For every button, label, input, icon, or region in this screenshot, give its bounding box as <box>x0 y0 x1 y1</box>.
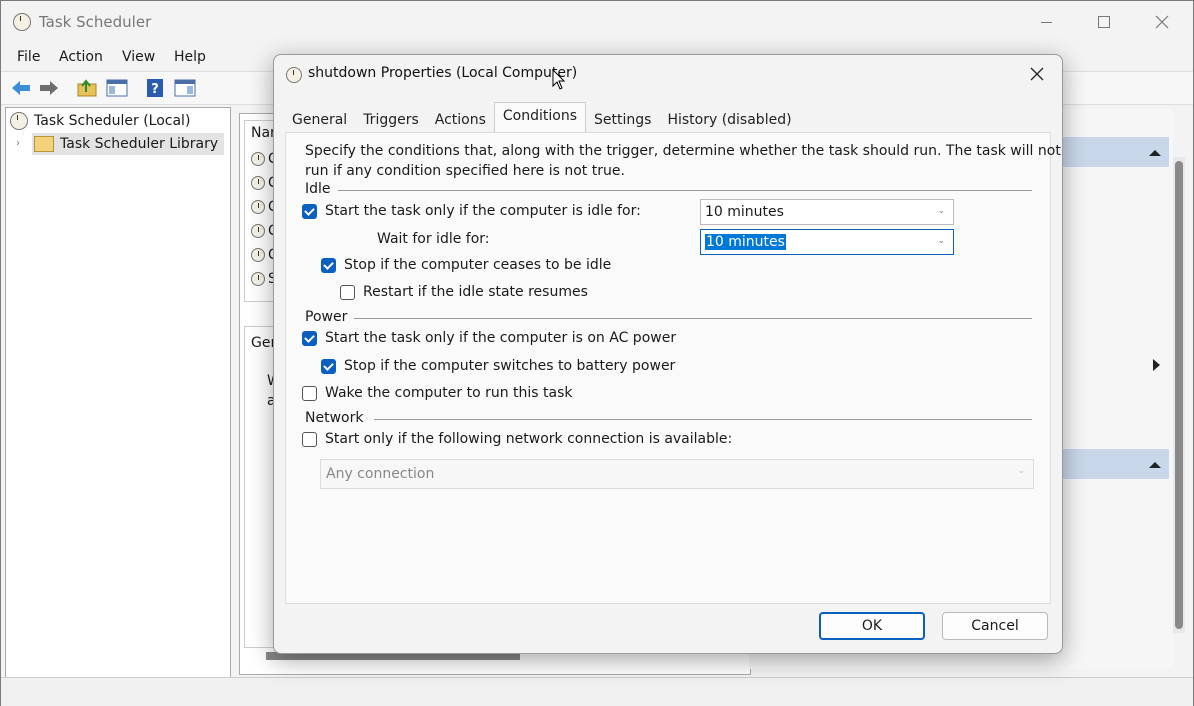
maximize-icon <box>1098 16 1110 28</box>
menu-file[interactable]: File <box>17 49 40 65</box>
title-bar: Task Scheduler <box>1 1 1193 43</box>
console-tree: Task Scheduler (Local) › Task Scheduler … <box>5 107 231 679</box>
close-icon <box>1030 67 1044 81</box>
wait-idle-value: 10 minutes <box>705 234 786 250</box>
forward-button[interactable] <box>37 76 61 100</box>
tab-settings[interactable]: Settings <box>586 105 659 131</box>
maximize-button[interactable] <box>1081 7 1127 37</box>
dialog-close-button[interactable] <box>1022 61 1052 87</box>
actions-section-header[interactable] <box>1061 137 1169 167</box>
network-checkbox[interactable] <box>302 432 317 447</box>
tab-triggers[interactable]: Triggers <box>355 105 427 131</box>
task-icon <box>251 152 265 166</box>
tree-root-label: Task Scheduler (Local) <box>34 110 190 132</box>
task-icon <box>251 248 265 262</box>
tree-item-library[interactable]: Task Scheduler Library <box>32 133 224 155</box>
ac-power-label: Start the task only if the computer is o… <box>325 330 676 346</box>
idle-duration-combo[interactable]: 10 minutes ⌄ <box>700 199 954 225</box>
svg-text:?: ? <box>151 82 159 97</box>
collapse-arrow-icon <box>1149 461 1161 469</box>
task-scheduler-app-icon <box>13 13 31 31</box>
tree-library-label: Task Scheduler Library <box>60 133 218 155</box>
battery-stop-checkbox[interactable] <box>321 359 336 374</box>
folder-clock-icon <box>34 136 54 152</box>
ok-button[interactable]: OK <box>819 612 925 640</box>
up-folder-button[interactable] <box>75 76 99 100</box>
idle-group-label: Idle <box>305 181 331 197</box>
console-tree-icon <box>106 79 128 97</box>
close-window-button[interactable] <box>1139 7 1185 37</box>
tab-conditions[interactable]: Conditions <box>494 102 586 133</box>
submenu-arrow-icon[interactable] <box>1153 359 1161 371</box>
show-hide-console-tree-button[interactable] <box>105 76 129 100</box>
menu-help[interactable]: Help <box>174 49 206 65</box>
app-title: Task Scheduler <box>39 13 151 31</box>
cancel-button[interactable]: Cancel <box>942 612 1048 640</box>
help-icon: ? <box>146 78 164 98</box>
restart-if-resumes-checkbox[interactable] <box>340 285 355 300</box>
tab-history[interactable]: History (disabled) <box>659 105 799 131</box>
network-label: Start only if the following network conn… <box>325 431 732 447</box>
task-icon <box>251 272 265 286</box>
wake-computer-label: Wake the computer to run this task <box>325 385 573 401</box>
tree-item-root[interactable]: Task Scheduler (Local) <box>10 110 190 132</box>
collapse-arrow-icon <box>1149 149 1161 157</box>
selected-item-section-header[interactable] <box>1061 449 1169 479</box>
show-hide-action-pane-button[interactable] <box>173 76 197 100</box>
dialog-tabs: General Triggers Actions Conditions Sett… <box>284 105 800 133</box>
network-connection-value: Any connection <box>326 466 434 482</box>
mouse-cursor-icon <box>552 69 566 91</box>
close-icon <box>1155 15 1169 29</box>
tab-general[interactable]: General <box>284 105 355 131</box>
conditions-panel: Specify the conditions that, along with … <box>285 132 1051 604</box>
minimize-icon <box>1041 22 1052 23</box>
chevron-down-icon: ⌄ <box>937 206 945 216</box>
task-icon <box>251 224 265 238</box>
start-if-idle-checkbox[interactable] <box>302 204 317 219</box>
task-clock-icon <box>286 67 302 83</box>
actions-scrollbar[interactable] <box>1173 157 1185 633</box>
idle-group-divider <box>338 190 1032 191</box>
tab-actions[interactable]: Actions <box>427 105 494 131</box>
status-bar <box>1 677 1193 706</box>
description-line-2: run if any condition specified here is n… <box>305 163 625 179</box>
expand-chevron-icon[interactable]: › <box>16 138 20 149</box>
stop-if-ceases-label: Stop if the computer ceases to be idle <box>344 257 611 273</box>
wait-idle-label: Wait for idle for: <box>377 231 490 247</box>
menu-view[interactable]: View <box>122 49 155 65</box>
task-icon <box>251 200 265 214</box>
back-arrow-icon <box>11 80 31 96</box>
stop-if-ceases-checkbox[interactable] <box>321 258 336 273</box>
task-icon <box>251 176 265 190</box>
battery-stop-label: Stop if the computer switches to battery… <box>344 358 675 374</box>
description-line-1: Specify the conditions that, along with … <box>305 143 1061 159</box>
network-connection-combo[interactable]: Any connection ⌄ <box>320 459 1034 489</box>
clock-icon <box>10 112 28 130</box>
actions-scrollbar-thumb[interactable] <box>1175 161 1183 629</box>
help-button[interactable]: ? <box>143 76 167 100</box>
ac-power-checkbox[interactable] <box>302 331 317 346</box>
back-button[interactable] <box>9 76 33 100</box>
power-group-label: Power <box>305 309 347 325</box>
minimize-button[interactable] <box>1023 7 1069 37</box>
folder-up-icon <box>77 79 97 97</box>
chevron-down-icon: ⌄ <box>937 236 945 246</box>
restart-if-resumes-label: Restart if the idle state resumes <box>363 284 588 300</box>
start-if-idle-label: Start the task only if the computer is i… <box>325 203 641 219</box>
network-group-divider <box>374 419 1032 420</box>
power-group-divider <box>354 318 1032 319</box>
dialog-title: shutdown Properties (Local Computer) <box>308 65 577 81</box>
properties-dialog: shutdown Properties (Local Computer) Gen… <box>273 54 1063 654</box>
network-group-label: Network <box>305 410 363 426</box>
forward-arrow-icon <box>39 80 59 96</box>
idle-duration-value: 10 minutes <box>705 204 784 220</box>
chevron-down-icon: ⌄ <box>1017 466 1025 476</box>
action-pane-icon <box>174 79 196 97</box>
wake-computer-checkbox[interactable] <box>302 386 317 401</box>
wait-idle-combo[interactable]: 10 minutes ⌄ <box>700 229 954 255</box>
menu-action[interactable]: Action <box>59 49 103 65</box>
